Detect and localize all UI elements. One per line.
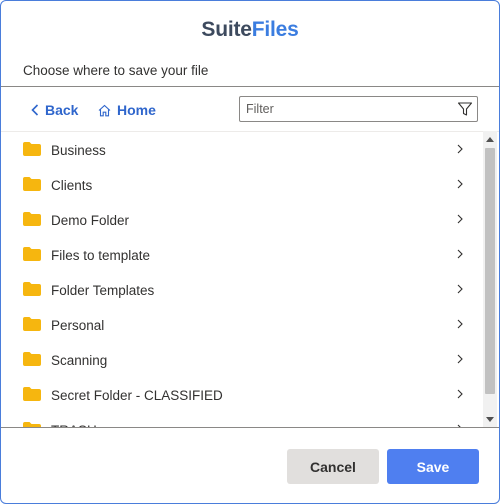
scroll-up-arrow-icon[interactable]	[483, 131, 497, 147]
folder-name: Personal	[51, 318, 105, 333]
back-button[interactable]: Back	[31, 101, 78, 119]
folder-name: Demo Folder	[51, 213, 130, 228]
header-divider	[1, 86, 499, 87]
chevron-right-icon[interactable]	[457, 354, 463, 364]
folder-row[interactable]: Scanning	[1, 343, 481, 378]
back-label: Back	[45, 102, 79, 118]
chevron-right-icon[interactable]	[457, 389, 463, 399]
chevron-right-icon[interactable]	[457, 319, 463, 329]
chevron-right-icon[interactable]	[457, 144, 463, 154]
chevron-right-icon[interactable]	[457, 214, 463, 224]
filter-input[interactable]	[240, 97, 450, 121]
save-button[interactable]: Save	[387, 449, 479, 484]
suitefiles-logo: SuiteFiles	[1, 18, 499, 42]
chevron-right-icon[interactable]	[457, 284, 463, 294]
folder-icon	[23, 142, 41, 156]
filter-box	[239, 96, 478, 122]
folder-icon	[23, 317, 41, 331]
folder-row[interactable]: Secret Folder - CLASSIFIED	[1, 378, 481, 413]
logo-files-text: Files	[251, 18, 299, 41]
folder-icon	[23, 352, 41, 366]
folder-icon	[23, 387, 41, 401]
folder-name: Files to template	[51, 248, 151, 263]
folder-row[interactable]: TRASH	[1, 413, 481, 427]
folder-row[interactable]: Clients	[1, 168, 481, 203]
folder-name: Scanning	[51, 353, 108, 368]
folder-name: Secret Folder - CLASSIFIED	[51, 388, 223, 403]
folder-name: Business	[51, 143, 106, 158]
home-icon	[98, 104, 111, 116]
folder-name: Clients	[51, 178, 93, 193]
folder-icon	[23, 247, 41, 261]
cancel-button[interactable]: Cancel	[287, 449, 379, 484]
folder-icon	[23, 212, 41, 226]
chevron-right-icon[interactable]	[457, 179, 463, 189]
folder-row[interactable]: Demo Folder	[1, 203, 481, 238]
folder-icon	[23, 282, 41, 296]
scroll-thumb[interactable]	[485, 148, 495, 394]
scroll-down-arrow-icon[interactable]	[483, 411, 497, 427]
folder-name: Folder Templates	[51, 283, 155, 298]
folder-row[interactable]: Folder Templates	[1, 273, 481, 308]
home-label: Home	[117, 102, 156, 118]
chevron-right-icon[interactable]	[457, 249, 463, 259]
dialog-subtitle: Choose where to save your file	[23, 63, 209, 78]
folder-row[interactable]: Personal	[1, 308, 481, 343]
folder-row[interactable]: Files to template	[1, 238, 481, 273]
folder-row[interactable]: Business	[1, 133, 481, 168]
home-button[interactable]: Home	[98, 101, 156, 119]
footer-divider	[1, 427, 499, 428]
funnel-icon[interactable]	[457, 101, 473, 117]
folder-list: Business Clients Demo Folder Files to templ…	[1, 131, 499, 427]
logo-suite-text: Suite	[201, 18, 252, 41]
save-dialog: SuiteFiles Choose where to save your fil…	[0, 0, 500, 504]
chevron-left-icon	[31, 104, 39, 116]
vertical-scrollbar[interactable]	[483, 131, 497, 427]
folder-icon	[23, 177, 41, 191]
